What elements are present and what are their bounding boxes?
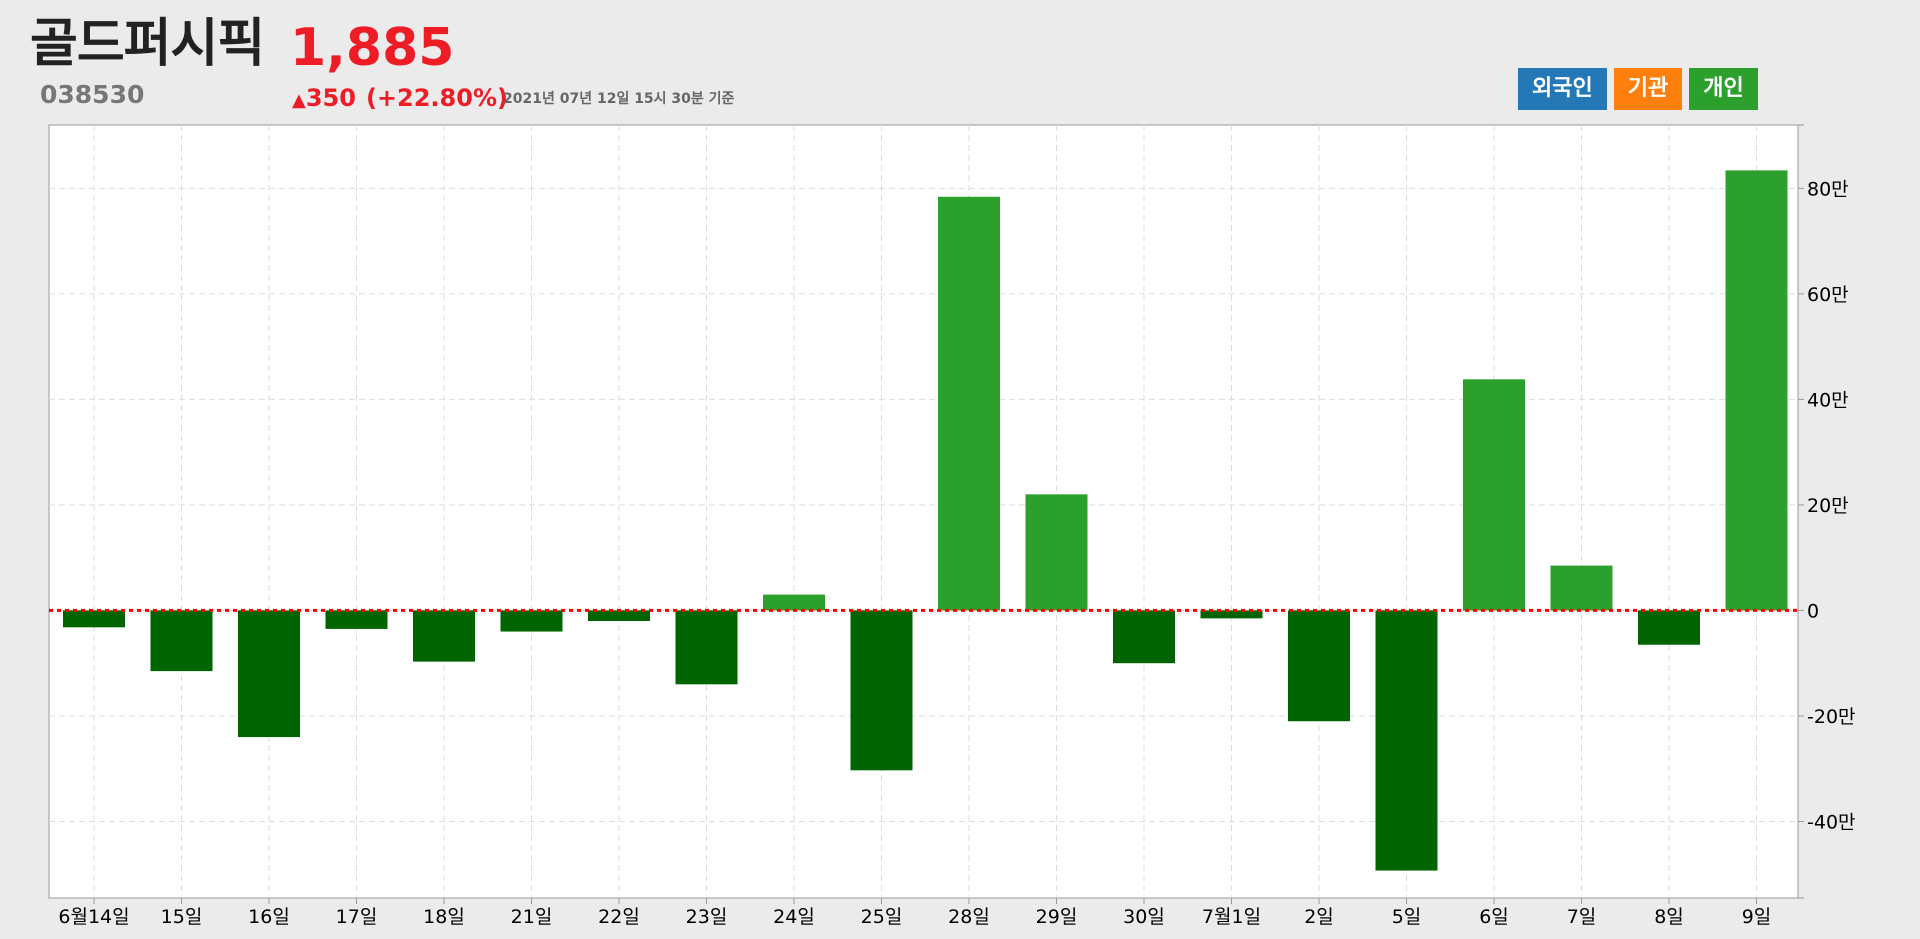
bar[interactable] bbox=[1113, 610, 1175, 664]
y-tick-label: 0 bbox=[1807, 600, 1819, 622]
bar[interactable] bbox=[1463, 379, 1525, 611]
y-tick-label: 20만 bbox=[1807, 495, 1849, 517]
bar[interactable] bbox=[500, 610, 563, 632]
bar[interactable] bbox=[63, 610, 125, 628]
bar[interactable] bbox=[1550, 565, 1613, 611]
x-tick-label: 25일 bbox=[861, 906, 903, 928]
y-axis: 80만 60만 40만 20만 0 -20만 -40만 bbox=[1797, 124, 1856, 899]
x-tick-label: 21일 bbox=[511, 906, 553, 928]
x-tick-label: 7일 bbox=[1567, 906, 1597, 928]
y-tick-label: 80만 bbox=[1807, 178, 1849, 200]
y-tick-label: 40만 bbox=[1807, 389, 1849, 411]
y-tick-label: -40만 bbox=[1807, 811, 1856, 833]
x-tick-label: 15일 bbox=[161, 906, 203, 928]
x-tick-label: 16일 bbox=[248, 906, 290, 928]
x-tick-label: 7월1일 bbox=[1202, 906, 1261, 928]
x-tick-label: 17일 bbox=[336, 906, 378, 928]
x-tick-label: 9일 bbox=[1742, 906, 1772, 928]
investor-net-buying-chart: 80만 60만 40만 20만 0 -20만 -40만 6월14일 15일 16일 17일 18일 2… bbox=[48, 124, 1856, 928]
x-tick-label: 29일 bbox=[1036, 906, 1078, 928]
x-tick-label: 5일 bbox=[1392, 906, 1422, 928]
y-tick-label: -20만 bbox=[1807, 706, 1856, 728]
x-tick-label: 24일 bbox=[773, 906, 815, 928]
bar[interactable] bbox=[588, 610, 650, 621]
bar[interactable] bbox=[150, 610, 213, 672]
x-tick-label: 23일 bbox=[686, 906, 728, 928]
x-tick-label: 28일 bbox=[948, 906, 990, 928]
x-axis: 6월14일 15일 16일 17일 18일 21일 22일 23일 24일 25일 28일 29일 30… bbox=[58, 898, 1771, 928]
bar[interactable] bbox=[763, 594, 825, 611]
bar[interactable] bbox=[850, 610, 913, 771]
bar[interactable] bbox=[1025, 494, 1088, 611]
bar[interactable] bbox=[238, 610, 300, 738]
y-tick-label: 60만 bbox=[1807, 284, 1849, 306]
x-tick-label: 18일 bbox=[423, 906, 465, 928]
bar[interactable] bbox=[938, 196, 1000, 611]
bar[interactable] bbox=[675, 610, 738, 685]
x-tick-label: 6일 bbox=[1479, 906, 1509, 928]
x-tick-label: 2일 bbox=[1304, 906, 1334, 928]
bar[interactable] bbox=[413, 610, 475, 662]
x-tick-label: 8일 bbox=[1654, 906, 1684, 928]
x-tick-label: 22일 bbox=[598, 906, 640, 928]
bar[interactable] bbox=[1375, 610, 1438, 871]
plot-area bbox=[48, 124, 1799, 899]
x-tick-label: 30일 bbox=[1123, 906, 1165, 928]
x-tick-label: 6월14일 bbox=[58, 906, 129, 928]
bar[interactable] bbox=[1725, 170, 1788, 611]
bar[interactable] bbox=[325, 610, 388, 629]
bar[interactable] bbox=[1288, 610, 1350, 722]
bar[interactable] bbox=[1638, 610, 1700, 645]
